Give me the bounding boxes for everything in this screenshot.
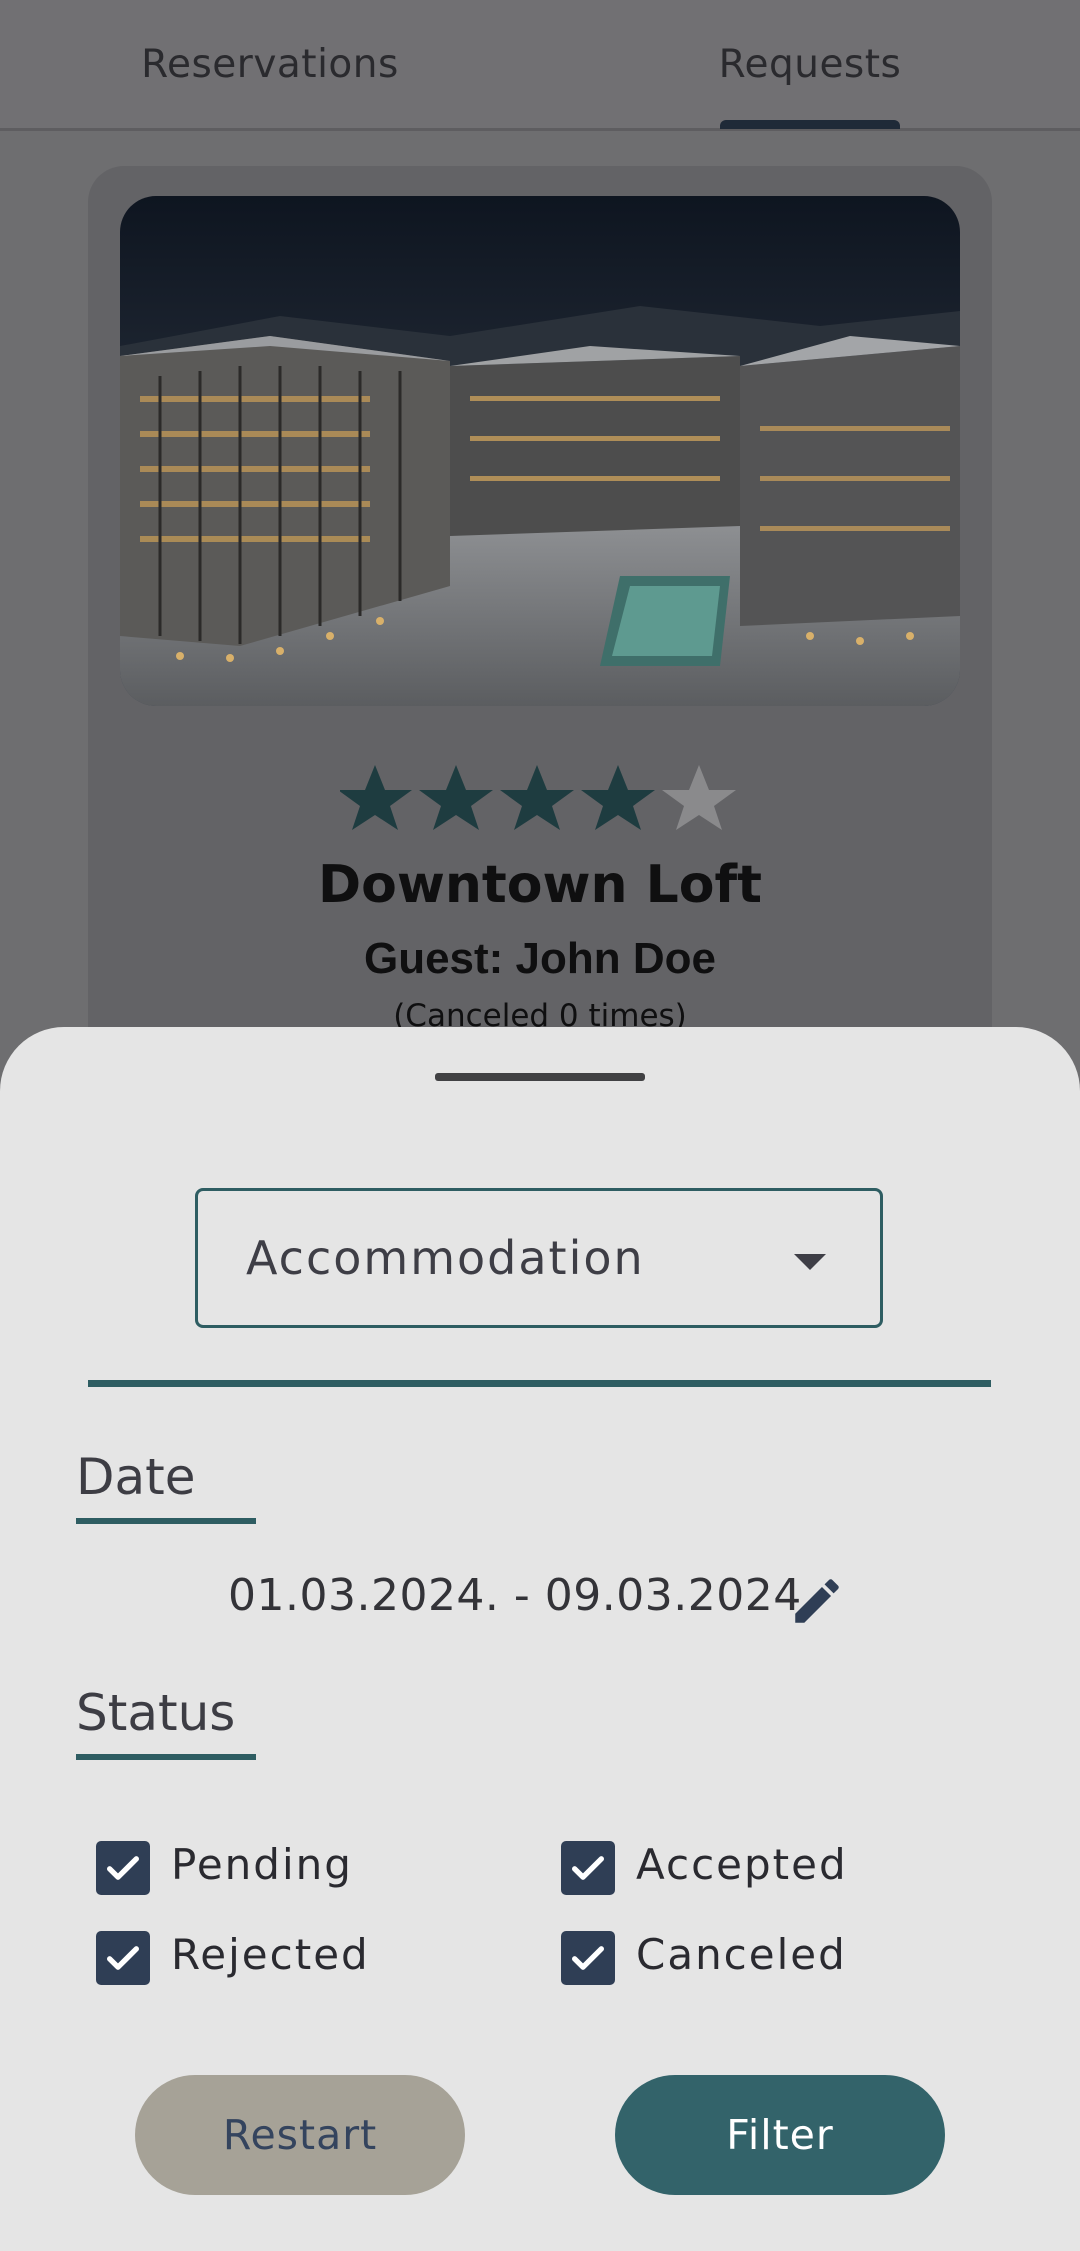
tab-requests[interactable]: Requests (610, 0, 1010, 128)
date-range: 01.03.2024. - 09.03.2024. (228, 1570, 817, 1621)
star-icon (419, 765, 493, 830)
drag-handle[interactable] (435, 1073, 645, 1081)
guest-name: Guest: John Doe (363, 934, 717, 983)
date-section-title: Date (76, 1448, 196, 1506)
accommodation-photo (120, 196, 960, 706)
star-empty-icon (662, 765, 736, 830)
pencil-icon[interactable] (788, 1570, 846, 1632)
status-section-title: Status (76, 1684, 236, 1742)
check-icon (572, 1946, 604, 1970)
status-underline (76, 1754, 256, 1760)
check-icon (107, 1946, 139, 1970)
checkbox-accepted[interactable] (561, 1841, 615, 1895)
star-icon (338, 765, 412, 830)
checkbox-pending[interactable] (96, 1841, 150, 1895)
star-icon (581, 765, 655, 830)
checkbox-label-canceled: Canceled (636, 1930, 847, 1979)
accommodation-dropdown[interactable]: Accommodation (195, 1188, 883, 1328)
restart-button[interactable]: Restart (135, 2075, 465, 2195)
check-icon (107, 1856, 139, 1880)
accommodation-title: Downtown Loft (317, 855, 763, 915)
filter-button[interactable]: Filter (615, 2075, 945, 2195)
chevron-down-icon (794, 1254, 826, 1270)
checkbox-canceled[interactable] (561, 1931, 615, 1985)
rating-stars (338, 760, 740, 830)
checkbox-label-pending: Pending (171, 1840, 353, 1889)
star-icon (500, 765, 574, 830)
dropdown-value: Accommodation (246, 1231, 645, 1285)
divider (88, 1380, 991, 1387)
checkbox-label-accepted: Accepted (636, 1840, 848, 1889)
checkbox-rejected[interactable] (96, 1931, 150, 1985)
tab-reservations[interactable]: Reservations (70, 0, 470, 128)
check-icon (572, 1856, 604, 1880)
tab-indicator (720, 120, 900, 129)
checkbox-label-rejected: Rejected (171, 1930, 370, 1979)
date-underline (76, 1518, 256, 1524)
tab-bar: Reservations Requests (0, 0, 1080, 131)
